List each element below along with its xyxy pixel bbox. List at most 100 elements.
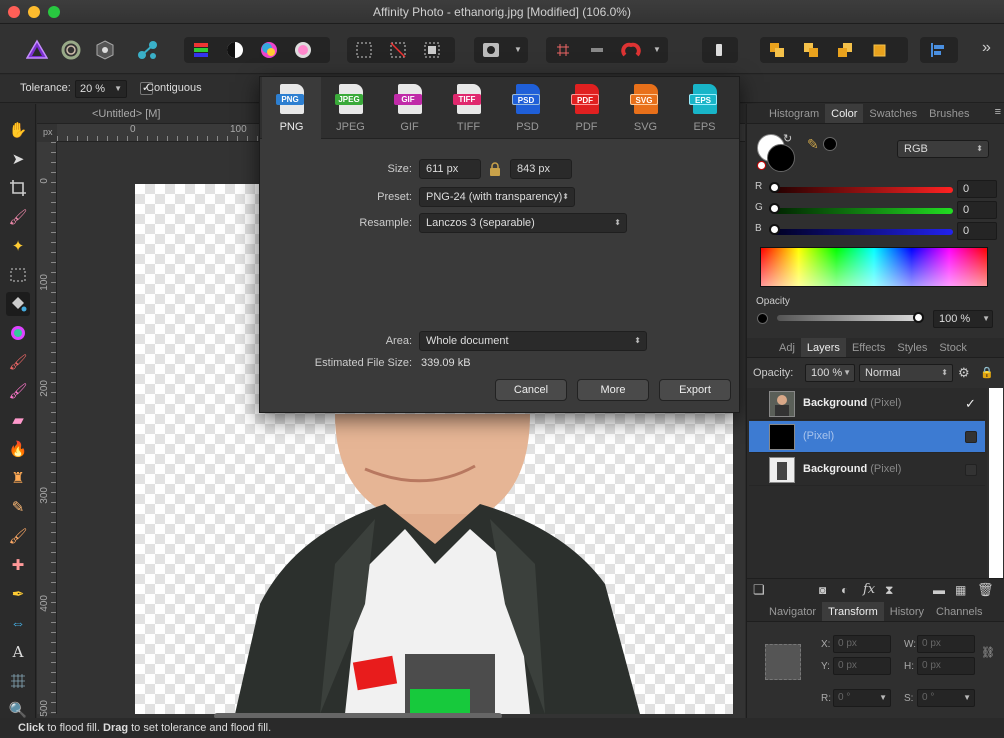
gear-icon[interactable]: ⚙	[958, 365, 970, 381]
photo-persona-icon[interactable]	[20, 37, 54, 63]
format-pdf[interactable]: PDF PDF	[557, 77, 616, 139]
tab-layers[interactable]: Layers	[800, 338, 846, 357]
blend-mode-select[interactable]: Normal ⬍	[859, 364, 953, 382]
blue-slider-knob[interactable]	[769, 224, 780, 235]
panel-menu-icon[interactable]: ≡	[995, 106, 1001, 118]
arrange-back-icon[interactable]	[760, 37, 794, 63]
quick-mask-icon[interactable]	[474, 37, 508, 63]
opacity-slider-knob[interactable]	[913, 312, 924, 323]
w-input[interactable]: 0 px	[917, 635, 975, 653]
overflow-chevron-icon[interactable]: »	[982, 39, 991, 57]
assistant-icon[interactable]	[702, 37, 736, 63]
red-slider-knob[interactable]	[769, 182, 780, 193]
auto-colors-icon[interactable]	[252, 37, 286, 63]
layer-row[interactable]: Background (Pixel)	[749, 454, 985, 486]
text-tool-icon[interactable]: A	[6, 640, 30, 664]
tab-transform[interactable]: Transform	[822, 602, 884, 621]
magic-wand-icon[interactable]: ✦	[6, 234, 30, 258]
document-tab[interactable]: <Untitled> [M]	[92, 108, 160, 120]
link-proportions-icon[interactable]: ⛓	[981, 646, 995, 659]
format-eps[interactable]: EPS EPS	[675, 77, 734, 139]
export-button[interactable]: Export	[659, 379, 731, 401]
tolerance-input[interactable]: 20 % ▼	[75, 80, 127, 98]
layer-opacity-input[interactable]: 100 % ▼	[805, 364, 855, 382]
format-gif[interactable]: GIF GIF	[380, 77, 439, 139]
auto-white-balance-icon[interactable]	[286, 37, 320, 63]
tab-swatches[interactable]: Swatches	[863, 104, 923, 123]
deselect-icon[interactable]	[381, 37, 415, 63]
invert-selection-icon[interactable]	[415, 37, 449, 63]
layer-visibility-checkbox[interactable]	[965, 431, 977, 443]
tab-channels[interactable]: Channels	[930, 602, 988, 621]
y-input[interactable]: 0 px	[833, 657, 891, 675]
blue-value-input[interactable]: 0	[957, 222, 997, 240]
resample-select[interactable]: Lanczos 3 (separable) ⬍	[419, 213, 627, 233]
swap-colors-icon[interactable]: ↻	[783, 132, 792, 145]
arrange-forward-icon[interactable]	[828, 37, 862, 63]
h-input[interactable]: 0 px	[917, 657, 975, 675]
live-filter-icon[interactable]: ⧗	[885, 583, 893, 598]
layers-stack-icon[interactable]: ❏	[753, 582, 765, 598]
rotation-input[interactable]: 0 ° ▼	[833, 689, 891, 707]
tab-stock[interactable]: Stock	[933, 338, 973, 357]
folder-icon[interactable]: ▬	[933, 583, 945, 597]
format-psd[interactable]: PSD PSD	[498, 77, 557, 139]
move-tool-icon[interactable]: ➤	[6, 147, 30, 171]
inpainting-brush-icon[interactable]: 🖌	[6, 524, 30, 548]
crop-tool-icon[interactable]	[6, 176, 30, 200]
red-slider[interactable]	[773, 187, 953, 193]
area-select[interactable]: Whole document ⬍	[419, 331, 647, 351]
snapping-magnet-icon[interactable]	[614, 37, 648, 63]
fx-icon[interactable]: fx	[863, 582, 875, 597]
green-value-input[interactable]: 0	[957, 201, 997, 219]
format-jpeg[interactable]: JPEG JPEG	[321, 77, 380, 139]
snap-guides-icon[interactable]	[580, 37, 614, 63]
tab-adjustments[interactable]: Adj	[773, 338, 801, 357]
tab-history[interactable]: History	[884, 602, 930, 621]
auto-levels-icon[interactable]	[184, 37, 218, 63]
more-button[interactable]: More	[577, 379, 649, 401]
lock-icon[interactable]: 🔒	[980, 366, 994, 379]
color-spectrum[interactable]	[760, 247, 988, 287]
opacity-slider[interactable]	[777, 315, 921, 321]
develop-persona-icon[interactable]	[88, 37, 122, 63]
anchor-point-selector[interactable]	[765, 644, 801, 680]
layers-scrollbar[interactable]	[989, 388, 1003, 582]
eraser-tool-icon[interactable]: ▰	[6, 408, 30, 432]
color-picker-icon[interactable]	[6, 321, 30, 345]
selection-brush-icon[interactable]: 🖌	[6, 205, 30, 229]
no-color-icon[interactable]	[757, 161, 766, 170]
pen-tool-icon[interactable]: ✒	[6, 582, 30, 606]
height-input[interactable]: 843 px	[510, 159, 572, 179]
layer-row[interactable]: Background (Pixel) ✓	[749, 388, 985, 420]
align-left-icon[interactable]	[920, 37, 954, 63]
arrange-backward-icon[interactable]	[794, 37, 828, 63]
layer-visibility-checkbox[interactable]: ✓	[965, 397, 977, 410]
tab-color[interactable]: Color	[825, 104, 864, 123]
x-input[interactable]: 0 px	[833, 635, 891, 653]
add-pixel-layer-icon[interactable]: ▦	[955, 583, 966, 597]
flood-fill-tool-icon[interactable]	[6, 292, 30, 316]
arrange-front-icon[interactable]	[862, 37, 896, 63]
color-model-select[interactable]: RGB ⬍	[897, 140, 989, 158]
mask-layer-icon[interactable]: ◙	[819, 583, 826, 597]
gradient-tool-icon[interactable]: ⇔	[6, 611, 30, 635]
stroke-color-swatch[interactable]	[767, 144, 795, 172]
snap-grid-icon[interactable]	[546, 37, 580, 63]
clone-stamp-icon[interactable]: ♜	[6, 466, 30, 490]
dodge-burn-icon[interactable]: 🔥	[6, 437, 30, 461]
liquify-persona-icon[interactable]	[54, 37, 88, 63]
chevron-down-icon[interactable]: ▼	[648, 37, 666, 63]
tab-histogram[interactable]: Histogram	[763, 104, 825, 123]
marquee-tool-icon[interactable]	[6, 263, 30, 287]
adjustment-layer-icon[interactable]: ◐	[841, 583, 848, 597]
smudge-tool-icon[interactable]: ✎	[6, 495, 30, 519]
mesh-warp-icon[interactable]	[6, 669, 30, 693]
tab-effects[interactable]: Effects	[846, 338, 891, 357]
preset-select[interactable]: PNG-24 (with transparency) ⬍	[419, 187, 575, 207]
eyedropper-icon[interactable]: ✎	[807, 136, 819, 153]
layer-visibility-checkbox[interactable]	[965, 464, 977, 476]
cancel-button[interactable]: Cancel	[495, 379, 567, 401]
select-all-icon[interactable]	[347, 37, 381, 63]
blue-slider[interactable]	[773, 229, 953, 235]
